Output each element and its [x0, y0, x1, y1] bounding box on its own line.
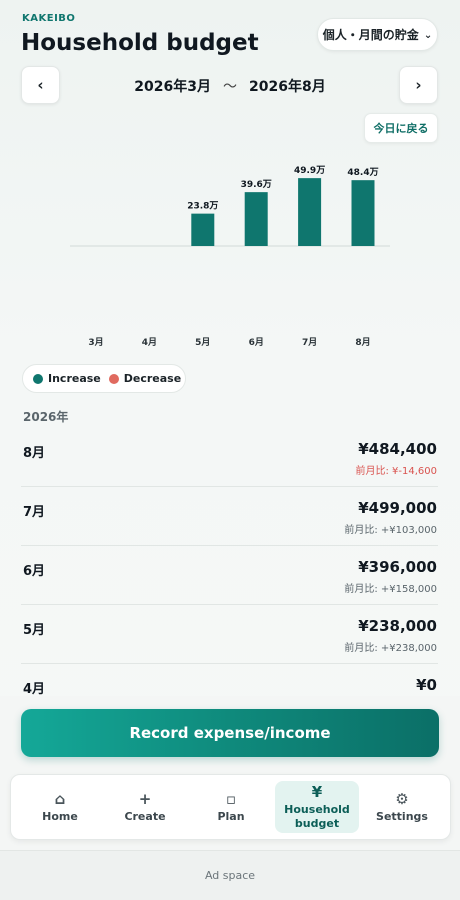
month-amount: ¥499,000: [358, 499, 437, 517]
ad-space: Ad space: [0, 850, 460, 900]
x-tick-label: 5月: [195, 337, 210, 348]
chart-bar[interactable]: [244, 192, 268, 246]
savings-bar-chart: 3月 4月 23.8万 5月 39.6万 6月 49.9万 7月 48.4万 8月: [70, 165, 390, 348]
chart-bar[interactable]: [298, 178, 322, 246]
month-label: 7月: [23, 505, 46, 520]
month-diff: 前月比: ¥-14,600: [355, 466, 437, 477]
chevron-down-icon: ⌄: [423, 30, 433, 41]
tab-settings[interactable]: ⚙ Settings: [360, 781, 444, 833]
list-item[interactable]: 7月 ¥499,000 前月比: +¥103,000: [21, 487, 438, 546]
tab-household-budget[interactable]: ¥ Household budget: [275, 781, 359, 833]
period-separator: 〜: [223, 79, 237, 95]
month-label: 6月: [23, 564, 46, 579]
tab-label: Plan: [217, 810, 245, 823]
year-heading: 2026年: [23, 410, 69, 424]
month-amount: ¥484,400: [358, 440, 437, 458]
brand-label: KAKEIBO: [22, 13, 76, 24]
yen-icon: ¥: [311, 783, 323, 801]
period-end: 2026年8月: [249, 79, 326, 95]
month-diff: 前月比: +¥158,000: [344, 584, 437, 595]
tab-label: Household budget: [284, 803, 350, 830]
chart-bar[interactable]: [351, 180, 375, 246]
month-label: 4月: [23, 682, 46, 697]
month-amount: ¥238,000: [358, 617, 437, 635]
goal-select[interactable]: 個人・月間の貯金 ⌄: [317, 18, 438, 51]
record-expense-income-button[interactable]: Record expense/income: [21, 709, 439, 757]
list-item[interactable]: 6月 ¥396,000 前月比: +¥158,000: [21, 546, 438, 605]
tab-label: Home: [42, 810, 78, 823]
gear-icon: ⚙: [395, 790, 409, 808]
legend-decrease: Decrease: [108, 372, 182, 385]
tab-home[interactable]: ⌂ Home: [18, 781, 102, 833]
bar-value-label: 23.8万: [187, 201, 218, 212]
monthly-list: 8月 ¥484,400 前月比: ¥-14,600 7月 ¥499,000 前月…: [21, 428, 438, 723]
x-tick-label: 6月: [249, 337, 264, 348]
x-tick-label: 7月: [302, 337, 317, 348]
goal-select-label: 個人・月間の貯金: [322, 28, 419, 42]
x-tick-label: 8月: [355, 337, 370, 348]
month-diff: 前月比: +¥238,000: [344, 643, 437, 654]
tab-label: Settings: [376, 810, 428, 823]
page-title: Household budget: [21, 30, 259, 56]
bar-value-label: 49.9万: [294, 165, 325, 176]
decrease-dot: [108, 373, 119, 384]
bottom-navigation: ⌂ Home + Create ▫ Plan ¥ Household budge…: [10, 774, 451, 840]
today-button[interactable]: 今日に戻る: [364, 113, 438, 143]
square-icon: ▫: [225, 790, 237, 808]
plus-icon: +: [138, 790, 152, 808]
legend-increase-label: Increase: [48, 372, 101, 385]
month-amount: ¥0: [416, 676, 437, 694]
list-item[interactable]: 5月 ¥238,000 前月比: +¥238,000: [21, 605, 438, 664]
x-tick-label: 3月: [88, 337, 103, 348]
tab-plan[interactable]: ▫ Plan: [189, 781, 273, 833]
x-tick-label: 4月: [142, 337, 157, 348]
month-label: 5月: [23, 623, 46, 638]
bar-value-label: 48.4万: [347, 167, 378, 178]
home-icon: ⌂: [54, 790, 66, 808]
legend-decrease-label: Decrease: [123, 372, 182, 385]
tab-create[interactable]: + Create: [103, 781, 187, 833]
bar-value-label: 39.6万: [241, 179, 272, 190]
increase-dot: [33, 373, 43, 384]
chart-bar[interactable]: [191, 213, 215, 246]
legend-increase: Increase: [33, 372, 101, 385]
chart-legend: Increase Decrease: [22, 364, 186, 393]
next-period-button[interactable]: ›: [399, 66, 438, 104]
month-amount: ¥396,000: [358, 558, 437, 576]
month-label: 8月: [23, 446, 46, 461]
period-start: 2026年3月: [134, 79, 211, 95]
tab-label: Create: [124, 810, 166, 823]
period-range: 2026年3月〜 2026年8月: [0, 76, 460, 96]
month-diff: 前月比: +¥103,000: [344, 525, 437, 536]
chevron-right-icon: ›: [415, 76, 422, 94]
list-item[interactable]: 8月 ¥484,400 前月比: ¥-14,600: [21, 428, 438, 487]
